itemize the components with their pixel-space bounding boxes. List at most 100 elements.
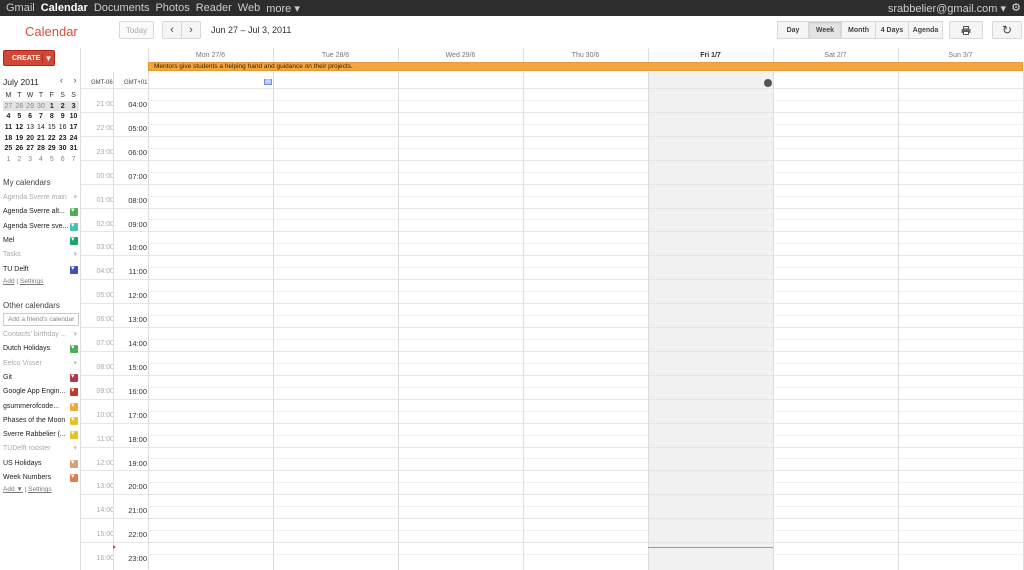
mini-day[interactable]: 8 (46, 111, 57, 122)
mini-day[interactable]: 7 (36, 111, 47, 122)
mini-day[interactable]: 10 (68, 111, 79, 122)
mini-day[interactable]: 1 (3, 154, 14, 165)
mini-day[interactable]: 28 (13, 100, 25, 112)
mini-day[interactable]: 28 (36, 143, 47, 154)
previous-week-button[interactable]: ‹ (162, 21, 182, 39)
mini-day[interactable]: 30 (35, 100, 47, 112)
calendar-list-item[interactable]: Sverre Rabbelier (... (3, 429, 79, 441)
calendar-color-swatch[interactable] (70, 264, 78, 274)
calendar-list-item[interactable]: US Holidays (3, 458, 79, 470)
calendar-color-swatch[interactable] (70, 401, 78, 411)
calendar-list-item[interactable]: Agenda Sverre alt... (3, 206, 79, 218)
mini-day[interactable]: 5 (46, 154, 57, 165)
mini-day[interactable]: 7 (68, 154, 79, 165)
calendar-color-swatch[interactable] (70, 472, 78, 482)
view-4-days-button[interactable]: 4 Days (876, 21, 909, 39)
chevron-down-icon[interactable]: ▾ (73, 330, 77, 338)
mini-day[interactable]: 29 (46, 143, 57, 154)
account-menu[interactable]: srabbelier@gmail.com ▾ (888, 2, 1006, 15)
mini-day[interactable]: 15 (46, 122, 57, 133)
mini-day[interactable]: 12 (14, 122, 25, 133)
mini-day[interactable]: 26 (14, 143, 25, 154)
mini-day[interactable]: 19 (14, 133, 25, 144)
mini-day[interactable]: 9 (57, 111, 68, 122)
settings-link[interactable]: Settings (20, 278, 44, 285)
mini-day[interactable]: 21 (36, 133, 47, 144)
day-header[interactable]: Wed 29/6 (398, 52, 523, 59)
mini-day[interactable]: 22 (46, 133, 57, 144)
calendar-color-swatch[interactable] (70, 235, 78, 245)
gbar-link[interactable]: Gmail (6, 2, 35, 15)
chevron-down-icon[interactable]: ▾ (73, 193, 77, 201)
calendar-color-swatch[interactable] (70, 206, 78, 217)
day-header[interactable]: Mon 27/6 (148, 52, 273, 59)
calendar-color-swatch[interactable] (70, 429, 78, 440)
other-settings-link[interactable]: Settings (28, 486, 52, 493)
mini-day[interactable]: 25 (3, 143, 14, 154)
mini-day[interactable]: 2 (14, 154, 25, 165)
other-calendars-title[interactable]: Other calendars (3, 301, 60, 310)
create-dropdown-arrow[interactable]: ▼ (42, 53, 54, 63)
view-month-button[interactable]: Month (842, 21, 876, 39)
mini-day[interactable]: 30 (57, 143, 68, 154)
calendar-list-item[interactable]: Week Numbers (3, 472, 79, 484)
calendar-list-item[interactable]: Tasks ▾ (3, 249, 79, 261)
gbar-link[interactable]: Documents (94, 2, 150, 15)
mini-day[interactable]: 17 (68, 122, 79, 133)
gbar-link[interactable]: Reader (196, 2, 232, 15)
calendar-color-swatch[interactable] (70, 372, 78, 382)
mini-day[interactable]: 1 (46, 100, 58, 112)
mini-day[interactable]: 18 (3, 133, 14, 144)
calendar-color-swatch[interactable] (70, 343, 78, 354)
mini-day[interactable]: 6 (25, 111, 36, 122)
gbar-link[interactable]: Calendar (41, 2, 88, 15)
calendar-list-item[interactable]: Phases of the Moon (3, 415, 79, 427)
add-other-calendar-link[interactable]: Add ▼ (3, 486, 23, 493)
calendar-list-item[interactable]: gsummerofcode... (3, 401, 79, 413)
mini-day[interactable]: 6 (57, 154, 68, 165)
mini-day[interactable]: 5 (14, 111, 25, 122)
chevron-down-icon[interactable]: ▾ (73, 359, 77, 367)
mini-day[interactable]: 31 (68, 143, 79, 154)
calendar-list-item[interactable]: Dutch Holidays (3, 343, 79, 355)
allday-event[interactable]: Mentors give students a helping hand and… (148, 62, 1023, 71)
today-button[interactable]: Today (119, 21, 154, 39)
day-header[interactable]: Sun 3/7 (898, 52, 1023, 59)
mini-day[interactable]: 3 (25, 154, 36, 165)
refresh-button[interactable]: ↻ (992, 21, 1022, 39)
calendar-color-swatch[interactable] (70, 415, 78, 425)
create-button[interactable]: CREATE ▼ (3, 50, 55, 66)
view-day-button[interactable]: Day (777, 21, 809, 39)
add-calendar-link[interactable]: Add (3, 278, 15, 285)
day-header[interactable]: Thu 30/6 (523, 52, 648, 59)
mini-day[interactable]: 4 (36, 154, 47, 165)
mini-day[interactable]: 14 (36, 122, 47, 133)
mini-day[interactable]: 24 (68, 133, 79, 144)
calendar-list-item[interactable]: Contacts' birthday ... ▾ (3, 329, 79, 341)
gbar-link[interactable]: Web (238, 2, 260, 15)
calendar-list-item[interactable]: Eelco Visser ▾ (3, 358, 79, 370)
mini-day[interactable]: 4 (3, 111, 14, 122)
mini-day[interactable]: 29 (24, 100, 36, 112)
mini-calendar-nav[interactable]: ‹ › (60, 75, 81, 85)
calendar-color-swatch[interactable] (70, 386, 78, 397)
calendar-color-swatch[interactable] (70, 458, 78, 468)
add-friend-calendar-input[interactable]: Add a friend's calendar (3, 313, 79, 326)
chevron-down-icon[interactable]: ▾ (73, 444, 77, 452)
mini-day[interactable]: 23 (57, 133, 68, 144)
calendar-list-item[interactable]: TUDelft rooster ▾ (3, 443, 79, 455)
next-week-button[interactable]: › (181, 21, 201, 39)
mini-day[interactable]: 11 (3, 122, 14, 133)
mini-day[interactable]: 20 (25, 133, 36, 144)
mini-day[interactable]: 27 (25, 143, 36, 154)
mini-day[interactable]: 27 (3, 100, 14, 112)
mini-day[interactable]: 3 (68, 100, 79, 112)
view-week-button[interactable]: Week (809, 21, 842, 39)
mini-day[interactable]: 13 (25, 122, 36, 133)
my-calendars-title[interactable]: My calendars (3, 178, 51, 187)
gbar-link[interactable]: Photos (155, 2, 189, 15)
week-number-badge[interactable]: 26 (264, 79, 272, 85)
calendar-list-item[interactable]: Git (3, 372, 79, 384)
day-header[interactable]: Tue 28/6 (273, 52, 398, 59)
chevron-down-icon[interactable]: ▾ (73, 250, 77, 258)
